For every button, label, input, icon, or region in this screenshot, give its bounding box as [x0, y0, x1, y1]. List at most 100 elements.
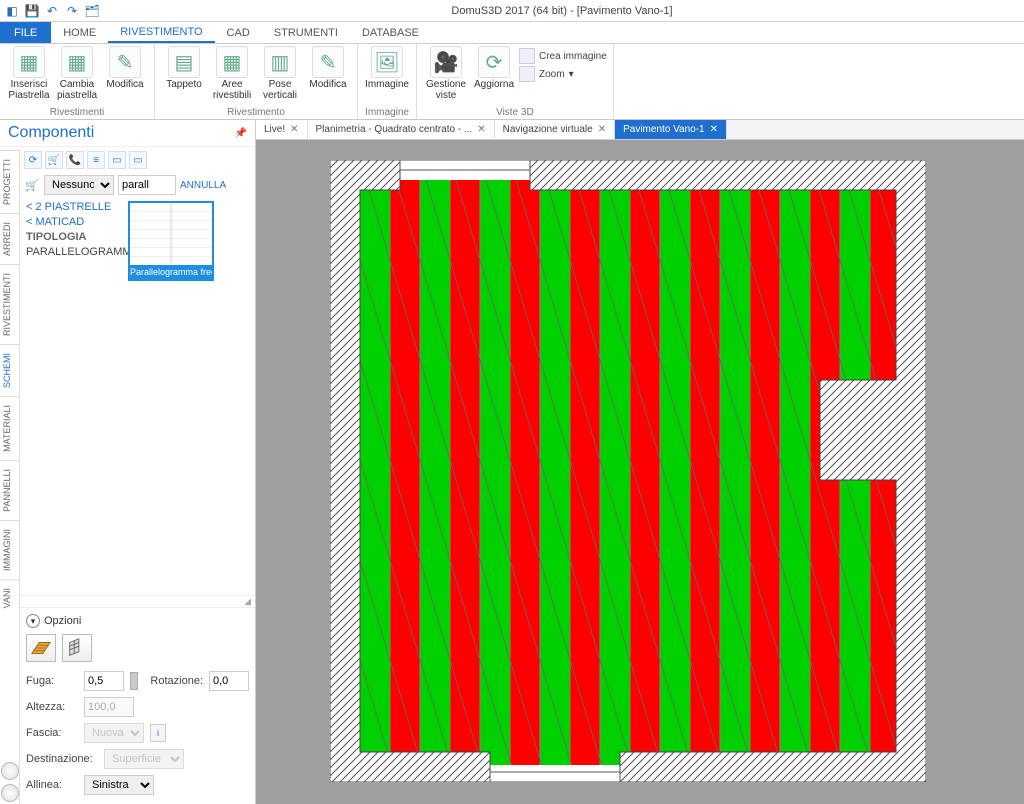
orb-button-1[interactable]	[1, 762, 19, 780]
save-icon[interactable]: 💾	[24, 3, 40, 19]
tile-swap-icon: ▦	[61, 46, 93, 78]
filter-select[interactable]: Nessuno	[44, 175, 114, 195]
fascia-select: Nuova	[84, 723, 144, 743]
tappeto-button[interactable]: ▤Tappeto	[161, 46, 207, 90]
sidetab-arredi[interactable]: ARREDI	[0, 213, 19, 264]
phone-button[interactable]: 📞	[66, 151, 84, 169]
group-rivestimento: ▤Tappeto ▦Aree rivestibili ▥Pose vertica…	[155, 44, 358, 119]
tab-home[interactable]: HOME	[51, 22, 108, 43]
thumb-caption: Parallelogramma frec	[130, 265, 212, 279]
edit-icon: ✎	[312, 46, 344, 78]
cart-button[interactable]: 🛒	[45, 151, 63, 169]
rotazione-label: Rotazione:	[150, 675, 203, 687]
areas-icon: ▦	[216, 46, 248, 78]
undo-icon[interactable]: ↶	[44, 3, 60, 19]
viewport: Live!✕ Planimetria - Quadrato centrato -…	[256, 120, 1024, 804]
gestione-viste-button[interactable]: 🎥Gestione viste	[423, 46, 469, 101]
views-icon: 🎥	[430, 46, 462, 78]
immagine-button[interactable]: 🖼Immagine	[364, 46, 410, 90]
vertical-icon: ▥	[264, 46, 296, 78]
wall-grid-icon	[66, 638, 88, 658]
sidetab-schemi[interactable]: SCHEMI	[0, 344, 19, 396]
orb-button-2[interactable]	[1, 784, 19, 802]
doctab-navigazione[interactable]: Navigazione virtuale✕	[495, 120, 615, 139]
tab-strumenti[interactable]: STRUMENTI	[262, 22, 350, 43]
fascia-label: Fascia:	[26, 727, 78, 739]
tab-database[interactable]: DATABASE	[350, 22, 431, 43]
floor-grid-icon	[30, 638, 52, 658]
wall-mode-button[interactable]	[62, 634, 92, 662]
altezza-label: Altezza:	[26, 701, 78, 713]
close-icon[interactable]: ✕	[710, 124, 718, 135]
allinea-label: Allinea:	[26, 779, 78, 791]
pin-icon[interactable]: 📌	[235, 128, 247, 139]
doctab-planimetria[interactable]: Planimetria - Quadrato centrato - ...✕	[308, 120, 495, 139]
side-tabs: PROGETTI ARREDI RIVESTIMENTI SCHEMI MATE…	[0, 150, 20, 804]
sidetab-immagini[interactable]: IMMAGINI	[0, 520, 19, 579]
group-title: Immagine	[364, 107, 410, 118]
group-title: Rivestimento	[161, 107, 351, 118]
aree-rivestibili-button[interactable]: ▦Aree rivestibili	[209, 46, 255, 101]
doctab-live[interactable]: Live!✕	[256, 120, 308, 139]
group-title: Viste 3D	[423, 107, 607, 118]
destinazione-label: Destinazione:	[26, 753, 98, 765]
redo-icon[interactable]: ↷	[64, 3, 80, 19]
chevron-down-icon: ▾	[569, 69, 574, 80]
pose-verticali-button[interactable]: ▥Pose verticali	[257, 46, 303, 101]
crumb-parallelogramma: PARALLELOGRAMMA	[26, 246, 118, 258]
file-tab[interactable]: FILE	[0, 22, 51, 43]
inserisci-piastrella-button[interactable]: ▦Inserisci Piastrella	[6, 46, 52, 101]
camera-icon	[519, 48, 535, 64]
cart-icon: 🛒	[24, 177, 40, 193]
modifica-riv-button[interactable]: ✎Modifica	[305, 46, 351, 90]
cancel-link[interactable]: ANNULLA	[180, 180, 226, 191]
sidetab-materiali[interactable]: MATERIALI	[0, 396, 19, 460]
result-thumb[interactable]: Parallelogramma frec	[128, 201, 214, 281]
title-bar: ◧ 💾 ↶ ↷ 🗂 DomuS3D 2017 (64 bit) - [Pavim…	[0, 0, 1024, 22]
open-icon[interactable]: 🗂	[84, 3, 100, 19]
filter-button[interactable]: ≡	[87, 151, 105, 169]
zoom-button[interactable]: Zoom ▾	[519, 66, 607, 82]
canvas[interactable]	[256, 140, 1024, 804]
doctab-pavimento[interactable]: Pavimento Vano-1✕	[615, 120, 727, 139]
group-title: Rivestimenti	[6, 107, 148, 118]
sidetab-pannelli[interactable]: PANNELLI	[0, 460, 19, 520]
tab-cad[interactable]: CAD	[215, 22, 262, 43]
view2-button[interactable]: ▭	[129, 151, 147, 169]
refresh-button[interactable]: ⟳	[24, 151, 42, 169]
allinea-select[interactable]: Sinistra	[84, 775, 154, 795]
fascia-info-button[interactable]: i	[150, 724, 166, 742]
search-input[interactable]	[118, 175, 176, 195]
app-icon[interactable]: ◧	[4, 3, 20, 19]
sidetab-progetti[interactable]: PROGETTI	[0, 150, 19, 213]
crea-immagine-button[interactable]: Crea immagine	[519, 48, 607, 64]
group-immagine: 🖼Immagine Immagine	[358, 44, 417, 119]
close-icon[interactable]: ✕	[598, 124, 606, 135]
crumb-maticad[interactable]: < MATICAD	[26, 216, 118, 228]
sidetab-vani[interactable]: VANI	[0, 579, 19, 616]
fuga-input[interactable]	[84, 671, 124, 691]
chevron-down-icon: ▾	[26, 614, 40, 628]
crumb-tipologia: TIPOLOGIA	[26, 231, 118, 243]
floor-plan	[330, 160, 926, 782]
floor-mode-button[interactable]	[26, 634, 56, 662]
rotazione-input[interactable]	[209, 671, 249, 691]
panel-body: ⟳ 🛒 📞 ≡ ▭ ▭ 🛒 Nessuno ANNULLA < 2 PIASTR…	[20, 147, 255, 804]
close-icon[interactable]: ✕	[477, 124, 485, 135]
cambia-piastrella-button[interactable]: ▦Cambia piastrella	[54, 46, 100, 101]
resize-grip-icon[interactable]: ◢	[244, 596, 251, 607]
aggiorna-button[interactable]: ⟳Aggiorna	[471, 46, 517, 90]
view1-button[interactable]: ▭	[108, 151, 126, 169]
fuga-color-swatch[interactable]	[130, 672, 138, 690]
tab-rivestimento[interactable]: RIVESTIMENTO	[108, 22, 214, 43]
sidetab-rivestimenti[interactable]: RIVESTIMENTI	[0, 264, 19, 344]
modifica-tile-button[interactable]: ✎Modifica	[102, 46, 148, 90]
close-icon[interactable]: ✕	[290, 124, 298, 135]
crumb-piastrelle[interactable]: < 2 PIASTRELLE	[26, 201, 118, 213]
carpet-icon: ▤	[168, 46, 200, 78]
ribbon-tabs: FILE HOME RIVESTIMENTO CAD STRUMENTI DAT…	[0, 22, 1024, 44]
options-toggle[interactable]: ▾ Opzioni	[26, 614, 249, 628]
altezza-input	[84, 697, 134, 717]
document-tabs: Live!✕ Planimetria - Quadrato centrato -…	[256, 120, 1024, 140]
group-rivestimenti: ▦Inserisci Piastrella ▦Cambia piastrella…	[0, 44, 155, 119]
